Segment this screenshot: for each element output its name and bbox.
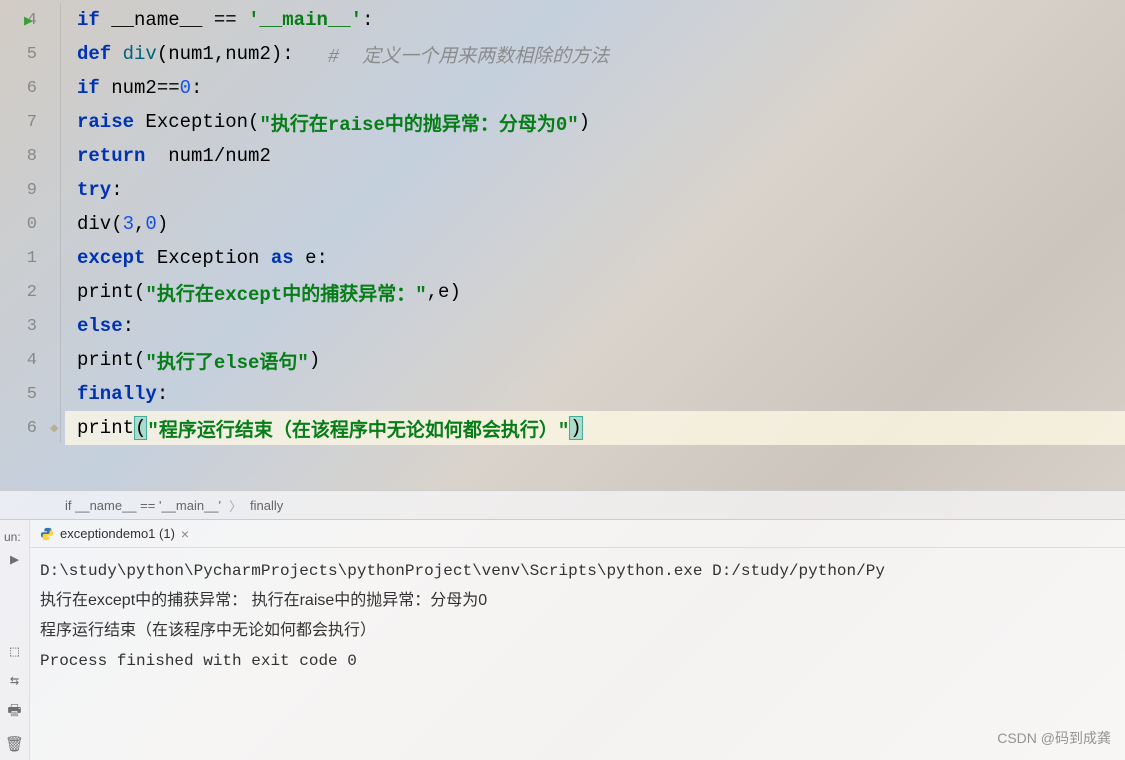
- run-label: un:: [2, 525, 32, 549]
- code-line[interactable]: div(3,0): [65, 207, 1125, 241]
- code-line[interactable]: finally:: [65, 377, 1125, 411]
- gutter-line[interactable]: 2: [0, 275, 65, 309]
- code-line[interactable]: except Exception as e:: [65, 241, 1125, 275]
- gutter-line[interactable]: 1: [0, 241, 65, 275]
- run-tab-label: exceptiondemo1 (1): [60, 526, 175, 541]
- stop-icon[interactable]: ⬚: [10, 642, 19, 661]
- code-lines[interactable]: if __name__ == '__main__': def div(num1,…: [65, 0, 1125, 490]
- gutter: 4▶567890123456◆: [0, 0, 65, 490]
- code-editor[interactable]: 4▶567890123456◆ if __name__ == '__main__…: [0, 0, 1125, 490]
- bookmark-icon[interactable]: ◆: [50, 420, 58, 437]
- print-icon[interactable]: 🖶: [7, 700, 21, 725]
- gutter-line[interactable]: 8: [0, 139, 65, 173]
- run-tab[interactable]: exceptiondemo1 (1) ×: [40, 526, 189, 542]
- code-line[interactable]: if __name__ == '__main__':: [65, 3, 1125, 37]
- code-line[interactable]: else:: [65, 309, 1125, 343]
- rerun-icon[interactable]: ▶: [10, 550, 19, 569]
- run-toolbar: un: ▶ ⬚ ⇆ 🖶 🗑: [0, 520, 30, 760]
- breadcrumb-item[interactable]: finally: [250, 498, 283, 513]
- console-output[interactable]: D:\study\python\PycharmProjects\pythonPr…: [30, 548, 1125, 684]
- gutter-line[interactable]: 9: [0, 173, 65, 207]
- breadcrumb-separator: 〉: [229, 496, 242, 515]
- code-line[interactable]: raise Exception("执行在raise中的抛异常：分母为0"): [65, 105, 1125, 139]
- gutter-line[interactable]: 0: [0, 207, 65, 241]
- gutter-line[interactable]: 4: [0, 343, 65, 377]
- console-line: 程序运行结束（在该程序中无论如何都会执行）: [40, 616, 1115, 646]
- code-line[interactable]: print("程序运行结束（在该程序中无论如何都会执行）"): [65, 411, 1125, 445]
- code-line[interactable]: print("执行在except中的捕获异常：",e): [65, 275, 1125, 309]
- gutter-line[interactable]: 6◆: [0, 411, 65, 445]
- code-line[interactable]: try:: [65, 173, 1125, 207]
- console-line: 执行在except中的捕获异常： 执行在raise中的抛异常：分母为0: [40, 586, 1115, 616]
- console-line: D:\study\python\PycharmProjects\pythonPr…: [40, 556, 1115, 586]
- watermark: CSDN @码到成龚: [997, 728, 1111, 748]
- run-gutter-icon[interactable]: ▶: [24, 11, 33, 30]
- soft-wrap-icon[interactable]: ⇆: [10, 671, 19, 690]
- close-icon[interactable]: ×: [181, 526, 189, 542]
- gutter-line[interactable]: 3: [0, 309, 65, 343]
- run-tool-window: un: ▶ ⬚ ⇆ 🖶 🗑 exceptiondemo1 (1) × D:\st…: [0, 520, 1125, 760]
- gutter-line[interactable]: 4▶: [0, 3, 65, 37]
- console-line: Process finished with exit code 0: [40, 646, 1115, 676]
- gutter-line[interactable]: 6: [0, 71, 65, 105]
- breadcrumb[interactable]: if __name__ == '__main__' 〉 finally: [0, 490, 1125, 520]
- python-icon: [40, 527, 54, 541]
- code-line[interactable]: return num1/num2: [65, 139, 1125, 173]
- breadcrumb-item[interactable]: if __name__ == '__main__': [65, 498, 221, 513]
- code-line[interactable]: if num2==0:: [65, 71, 1125, 105]
- code-line[interactable]: print("执行了else语句"): [65, 343, 1125, 377]
- run-tab-bar: exceptiondemo1 (1) ×: [30, 520, 1125, 548]
- gutter-line[interactable]: 7: [0, 105, 65, 139]
- gutter-line[interactable]: 5: [0, 37, 65, 71]
- trash-icon[interactable]: 🗑: [5, 735, 24, 754]
- gutter-line[interactable]: 5: [0, 377, 65, 411]
- code-line[interactable]: def div(num1,num2): # 定义一个用来两数相除的方法: [65, 37, 1125, 71]
